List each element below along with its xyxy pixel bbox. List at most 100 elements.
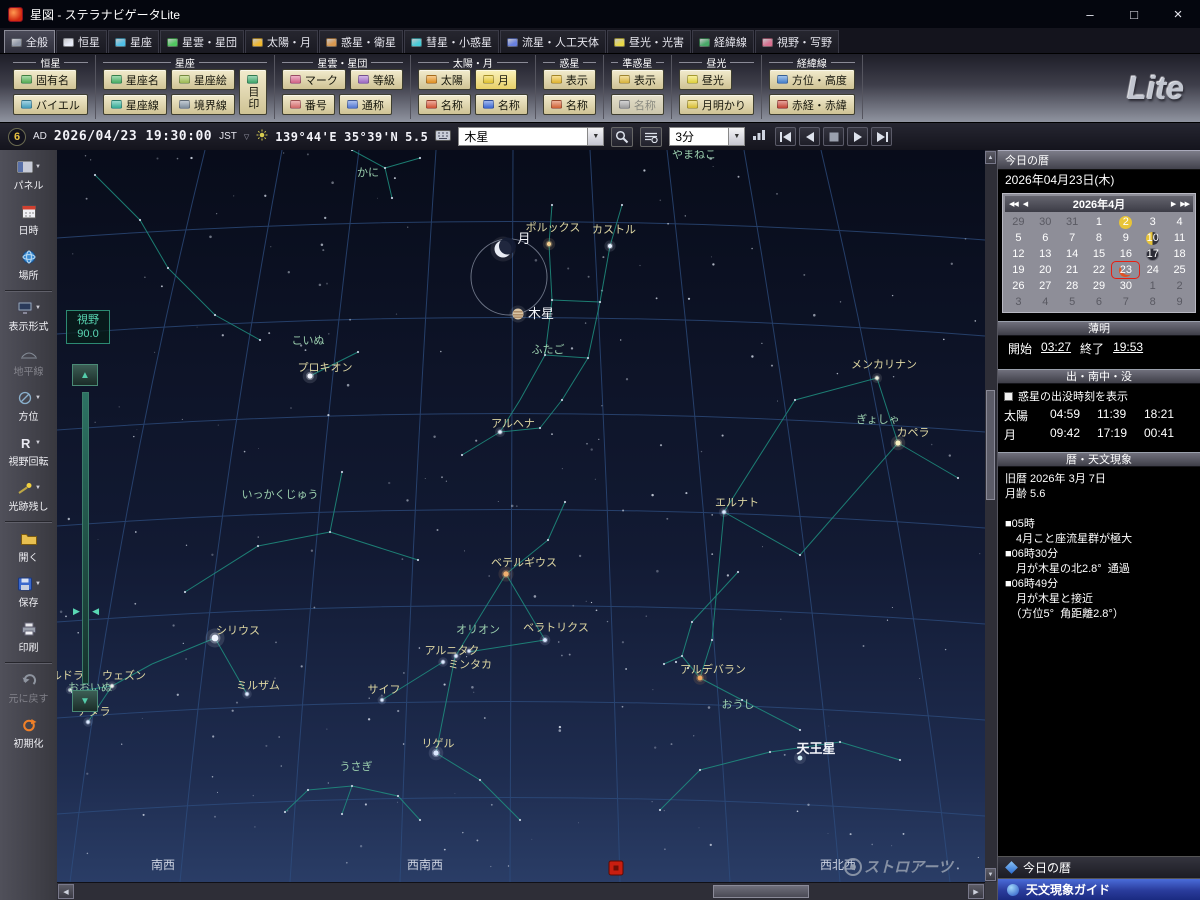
calendar-day-1[interactable]: 1 <box>1139 278 1166 294</box>
panel-item-天文現象ガイド[interactable]: 天文現象ガイド <box>998 878 1200 900</box>
target-select[interactable]: 木星 ▼ <box>458 127 605 146</box>
calendar-day-9[interactable]: 9 <box>1166 294 1193 310</box>
search-button[interactable] <box>611 126 634 147</box>
sidebar-item-パネル[interactable]: ▼ パネル <box>0 153 57 198</box>
ribbon-button-星座絵[interactable]: 星座絵 <box>170 69 235 90</box>
calendar-prev-year-button[interactable]: ◀◀ <box>1009 200 1019 208</box>
sidebar-item-日時[interactable]: 日時 <box>0 198 57 243</box>
ribbon-button-マーク[interactable]: マーク <box>281 69 346 90</box>
calendar-day-19[interactable]: 19 <box>1005 262 1032 278</box>
calendar-day-9[interactable]: 9 <box>1112 230 1139 246</box>
ribbon-button-月明かり[interactable]: 月明かり <box>678 94 754 115</box>
azimuth-marker[interactable] <box>608 860 624 876</box>
sidebar-item-表示形式[interactable]: ▼ 表示形式 <box>0 294 57 339</box>
ribbon-button-固有名[interactable]: 固有名 <box>13 69 77 90</box>
tab-恒星[interactable]: 恒星 <box>56 30 107 53</box>
ribbon-button-太陽[interactable]: 太陽 <box>417 69 471 90</box>
longitude-display[interactable]: 139°44'E <box>275 130 337 144</box>
calendar-day-29[interactable]: 29 <box>1005 214 1032 230</box>
scroll-right-icon[interactable]: ▶ <box>968 884 984 899</box>
ribbon-button-星座線[interactable]: 星座線 <box>102 94 167 115</box>
tab-星雲・星団[interactable]: 星雲・星団 <box>160 30 244 53</box>
ribbon-button-等級[interactable]: 等級 <box>349 69 403 90</box>
ribbon-button-境界線[interactable]: 境界線 <box>170 94 235 115</box>
calendar-day-14[interactable]: 14 <box>1059 246 1086 262</box>
sidebar-item-方位[interactable]: ▼ 方位 <box>0 384 57 429</box>
zoom-out-button[interactable]: ▼ <box>72 690 98 712</box>
calendar-day-5[interactable]: 5 <box>1059 294 1086 310</box>
calendar-day-4[interactable]: 4 <box>1032 294 1059 310</box>
sidebar-item-印刷[interactable]: 印刷 <box>0 615 57 660</box>
scroll-down-icon[interactable]: ▼ <box>985 868 996 881</box>
calendar-day-5[interactable]: 5 <box>1005 230 1032 246</box>
calendar-day-29[interactable]: 29 <box>1086 278 1113 294</box>
calendar-day-15[interactable]: 15 <box>1086 246 1113 262</box>
skip-to-start-button[interactable] <box>775 127 797 146</box>
sidebar-item-場所[interactable]: 場所 <box>0 243 57 288</box>
checkbox-icon[interactable] <box>1004 391 1013 401</box>
vertical-scroll-thumb[interactable] <box>986 390 995 500</box>
calendar-day-28[interactable]: 28 <box>1059 278 1086 294</box>
sidebar-item-保存[interactable]: ▼ 保存 <box>0 570 57 615</box>
ribbon-button-バイエル[interactable]: バイエル <box>13 94 88 115</box>
calendar-day-6[interactable]: 6 <box>1086 294 1113 310</box>
calendar-day-7[interactable]: 7 <box>1059 230 1086 246</box>
ribbon-button-月[interactable]: 月 <box>474 69 517 90</box>
calendar-day-30[interactable]: 30 <box>1112 278 1139 294</box>
ribbon-button-番号[interactable]: 番号 <box>281 94 335 115</box>
ribbon-button-赤経・赤緯[interactable]: 赤経・赤緯 <box>768 94 855 115</box>
fov-slider[interactable]: ▶ ◀ <box>73 392 99 684</box>
vertical-scrollbar[interactable]: ▲ ▼ <box>985 150 997 882</box>
tab-経緯線[interactable]: 経緯線 <box>692 30 754 53</box>
calendar-day-24[interactable]: 24 <box>1139 262 1166 278</box>
minimize-button[interactable]: – <box>1068 0 1112 28</box>
star-アダラ[interactable] <box>83 717 93 727</box>
scroll-up-icon[interactable]: ▲ <box>985 151 996 164</box>
calendar-prev-month-button[interactable]: ◀ <box>1023 200 1028 208</box>
calendar-day-7[interactable]: 7 <box>1112 294 1139 310</box>
panel-item-今日の暦[interactable]: 今日の暦 <box>998 856 1200 878</box>
calendar-day-22[interactable]: 22 <box>1086 262 1113 278</box>
step-select[interactable]: 3分 ▼ <box>669 127 746 146</box>
sidebar-item-初期化[interactable]: 初期化 <box>0 711 57 756</box>
ribbon-button-名称[interactable]: 名称 <box>542 94 596 115</box>
sidebar-item-視野回転[interactable]: R ▼ 視野回転 <box>0 429 57 474</box>
magnitude-limit[interactable]: 5.5 <box>405 130 428 144</box>
step-mode-icon[interactable] <box>752 128 766 146</box>
fov-slider-handle[interactable]: ▶ ◀ <box>73 605 99 617</box>
tab-全般[interactable]: 全般 <box>4 30 55 53</box>
select-arrow-icon[interactable]: ▼ <box>728 128 745 145</box>
star-カストル[interactable] <box>604 240 616 252</box>
sidebar-item-光跡残し[interactable]: ▼ 光跡残し <box>0 474 57 519</box>
tab-惑星・衛星[interactable]: 惑星・衛星 <box>319 30 403 53</box>
star-ポルックス[interactable] <box>542 237 556 251</box>
select-arrow-icon[interactable]: ▼ <box>587 128 604 145</box>
calendar-day-13[interactable]: 13 <box>1032 246 1059 262</box>
tab-太陽・月[interactable]: 太陽・月 <box>245 30 318 53</box>
tab-視野・写野[interactable]: 視野・写野 <box>755 30 839 53</box>
calendar-day-4[interactable]: 4 <box>1166 214 1193 230</box>
calendar-day-18[interactable]: 18 <box>1166 246 1193 262</box>
twilight-end-link[interactable]: 19:53 <box>1113 340 1143 357</box>
calendar-day-1[interactable]: 1 <box>1086 214 1113 230</box>
calendar-day-31[interactable]: 31 <box>1059 214 1086 230</box>
calendar-day-8[interactable]: 8 <box>1139 294 1166 310</box>
skip-to-end-button[interactable] <box>871 127 893 146</box>
ribbon-button-星座名[interactable]: 星座名 <box>102 69 167 90</box>
zoom-in-button[interactable]: ▲ <box>72 364 98 386</box>
star-メンカリナン[interactable] <box>871 372 883 384</box>
twilight-start-link[interactable]: 03:27 <box>1041 340 1071 357</box>
tab-星座[interactable]: 星座 <box>108 30 159 53</box>
stop-button[interactable] <box>823 127 845 146</box>
ribbon-button-名称[interactable]: 名称 <box>474 94 528 115</box>
keyboard-icon[interactable] <box>435 128 452 146</box>
calendar-next-month-button[interactable]: ▶ <box>1171 200 1176 208</box>
calendar-day-11[interactable]: 11 <box>1166 230 1193 246</box>
calendar-day-16[interactable]: 16 <box>1112 246 1139 262</box>
star-サイフ[interactable] <box>377 695 387 705</box>
scroll-left-icon[interactable]: ◀ <box>58 884 74 899</box>
ribbon-button-昼光[interactable]: 昼光 <box>678 69 732 90</box>
calendar-day-17[interactable]: 17 <box>1139 246 1166 262</box>
tab-流星・人工天体[interactable]: 流星・人工天体 <box>500 30 606 53</box>
calendar-day-25[interactable]: 25 <box>1166 262 1193 278</box>
